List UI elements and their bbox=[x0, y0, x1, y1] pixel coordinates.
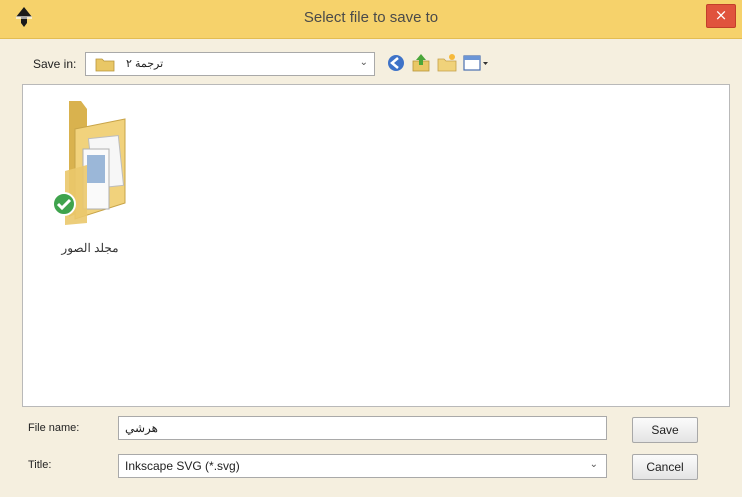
file-type-label: Title: bbox=[28, 459, 52, 471]
chevron-down-icon: ⌄ bbox=[589, 459, 598, 470]
close-button[interactable]: × bbox=[706, 4, 736, 28]
back-icon[interactable] bbox=[385, 52, 407, 74]
list-item[interactable]: مجلد الصور bbox=[45, 99, 135, 255]
folder-icon bbox=[95, 58, 115, 72]
cancel-button[interactable]: Cancel bbox=[632, 454, 698, 480]
title-bar: Select file to save to × bbox=[0, 0, 742, 39]
save-button[interactable]: Save bbox=[632, 417, 698, 443]
up-folder-icon[interactable] bbox=[410, 52, 432, 74]
file-type-value: Inkscape SVG (*.svg) bbox=[125, 459, 240, 473]
new-folder-icon[interactable] bbox=[436, 52, 458, 74]
window-title: Select file to save to bbox=[303, 9, 439, 26]
save-in-dropdown[interactable]: ترجمة ٢ ⌄ bbox=[85, 52, 375, 76]
save-in-value: ترجمة ٢ bbox=[126, 58, 164, 70]
file-name-label: File name: bbox=[28, 422, 80, 434]
file-name-input[interactable]: هرشي bbox=[118, 416, 607, 440]
file-type-select[interactable]: Inkscape SVG (*.svg) ⌄ bbox=[118, 454, 607, 478]
save-in-label: Save in: bbox=[33, 57, 77, 71]
green-check-icon bbox=[52, 192, 76, 216]
file-name-value: هرشي bbox=[125, 421, 159, 435]
view-menu-icon[interactable] bbox=[462, 52, 492, 74]
chevron-down-icon: ⌄ bbox=[359, 57, 368, 68]
file-name-label: مجلد الصور bbox=[61, 241, 119, 255]
file-list[interactable]: مجلد الصور bbox=[22, 84, 730, 407]
